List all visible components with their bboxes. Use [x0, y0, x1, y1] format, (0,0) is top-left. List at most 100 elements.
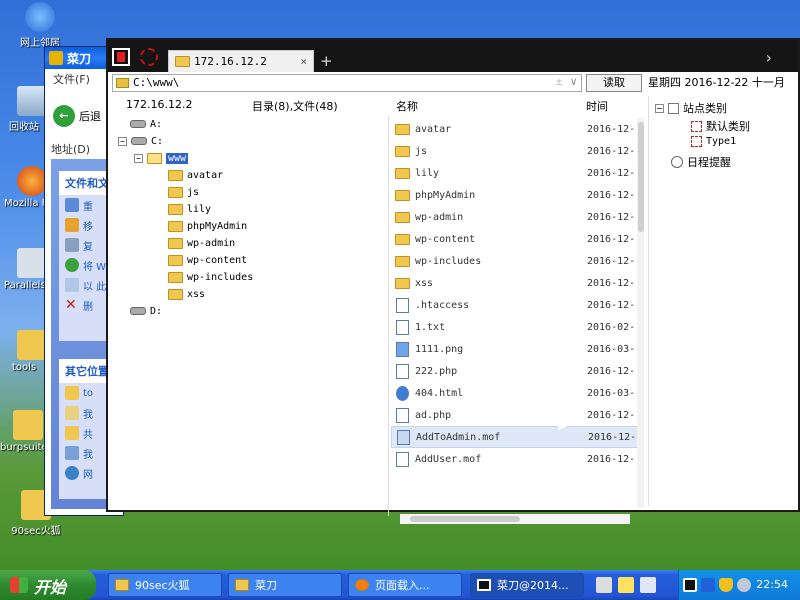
folder-icon	[395, 277, 410, 289]
config-file-icon	[396, 297, 409, 313]
file-row[interactable]: ad.php 2016-12-	[391, 404, 639, 426]
security-icon[interactable]	[701, 578, 715, 592]
folder-icon	[168, 186, 183, 198]
tree-folder[interactable]: lily	[168, 201, 211, 217]
column-name[interactable]: 名称	[396, 98, 418, 114]
tree-folder[interactable]: js	[168, 184, 199, 200]
target-icon[interactable]	[140, 48, 158, 66]
folder-icon	[17, 330, 47, 360]
rename-icon	[65, 198, 79, 212]
taskbar-button-firefox[interactable]: 页面载入...	[348, 573, 462, 597]
tray-app-icon[interactable]	[737, 578, 751, 592]
clock: 22:54	[756, 578, 788, 591]
desktop-icon-network[interactable]: 网上邻居	[12, 2, 68, 49]
parallels-folder-icon	[17, 248, 47, 278]
taskbar-button-caidao-folder[interactable]: 菜刀	[228, 573, 342, 597]
folder-icon	[116, 78, 129, 88]
email-icon	[65, 278, 79, 292]
taskbar-button-caidao-app[interactable]: 菜刀@2014...	[470, 573, 584, 597]
tab-host[interactable]: 172.16.12.2 ×	[168, 50, 314, 72]
folder-icon	[168, 237, 183, 249]
help-icon[interactable]	[618, 577, 634, 593]
file-row[interactable]: 1.txt 2016-02-	[391, 316, 639, 338]
caidao-logo-icon[interactable]	[112, 48, 130, 66]
folder-icon	[395, 145, 410, 157]
scroll-thumb[interactable]	[638, 122, 644, 232]
mof-file-icon	[396, 451, 409, 467]
tree-folder[interactable]: wp-includes	[168, 269, 253, 285]
folder-icon	[395, 211, 410, 223]
collapse-icon[interactable]: −	[655, 103, 664, 113]
tree-folder[interactable]: wp-admin	[168, 235, 235, 251]
file-row[interactable]: wp-includes 2016-12-	[391, 250, 639, 272]
explorer-title: 菜刀	[67, 52, 92, 66]
mof-file-icon	[397, 429, 410, 445]
scroll-thumb[interactable]	[410, 516, 520, 522]
caidao-window[interactable]: 172.16.12.2 × + › C:\www\ ± ∨ 读取 星期四 2016…	[106, 38, 800, 524]
folder-icon	[49, 51, 63, 65]
tree-drive-d[interactable]: D:	[130, 303, 162, 319]
file-row[interactable]: AddUser.mof 2016-12-	[391, 448, 639, 470]
network-icon	[65, 466, 79, 480]
file-row[interactable]: .htaccess 2016-12-	[391, 294, 639, 316]
path-input[interactable]: C:\www\ ± ∨	[112, 74, 582, 92]
folder-icon	[13, 410, 43, 440]
file-row[interactable]: phpMyAdmin 2016-12-	[391, 184, 639, 206]
file-row[interactable]: 404.html 2016-03-	[391, 382, 639, 404]
recycle-bin-icon	[17, 86, 47, 116]
move-icon	[65, 218, 79, 232]
chevron-right-icon[interactable]: ›	[766, 48, 772, 67]
horizontal-scrollbar[interactable]	[400, 514, 630, 524]
default-category-node[interactable]: 默认类别	[691, 118, 750, 134]
tree-drive-a[interactable]: A:	[130, 116, 162, 132]
file-row[interactable]: xss 2016-12-	[391, 272, 639, 294]
folder-icon	[168, 288, 183, 300]
menu-file[interactable]: 文件(F)	[53, 71, 90, 87]
tree-folder[interactable]: phpMyAdmin	[168, 218, 247, 234]
caidao-logo-icon	[477, 579, 491, 591]
close-tab-icon[interactable]: ×	[300, 55, 307, 68]
add-tab-button[interactable]: +	[320, 52, 333, 70]
tree-folder-www[interactable]: − www	[134, 150, 189, 166]
collapse-icon[interactable]: −	[134, 153, 143, 163]
tree-drive-c[interactable]: − C:	[118, 133, 163, 149]
start-button[interactable]: 开始	[0, 570, 96, 600]
collapse-icon[interactable]: −	[118, 136, 127, 146]
caidao-tray-icon[interactable]	[683, 578, 697, 592]
delete-icon: ✕	[65, 297, 77, 313]
file-row[interactable]: 222.php 2016-12-	[391, 360, 639, 382]
file-row[interactable]: lily 2016-12-	[391, 162, 639, 184]
dropdown-icon[interactable]: ± ∨	[556, 75, 577, 88]
read-button[interactable]: 读取	[586, 74, 642, 92]
tree-folder[interactable]: xss	[168, 286, 205, 302]
file-row[interactable]: wp-admin 2016-12-	[391, 206, 639, 228]
documents-icon	[65, 406, 79, 420]
column-time[interactable]: 时间	[586, 98, 608, 114]
back-button[interactable]: ← 后退	[53, 105, 101, 127]
folder-icon	[115, 579, 129, 591]
folder-open-icon	[147, 152, 162, 164]
file-row[interactable]: js 2016-12-	[391, 140, 639, 162]
volume-icon[interactable]	[640, 577, 656, 593]
tree-folder[interactable]: avatar	[168, 167, 223, 183]
folder-icon	[395, 167, 410, 179]
taskbar-button-90sec[interactable]: 90sec火狐	[108, 573, 222, 597]
text-file-icon	[396, 319, 409, 335]
clock-icon	[671, 156, 683, 168]
category-icon	[691, 120, 702, 132]
file-row-hovered[interactable]: AddToAdmin.mof 2016-12-	[391, 426, 639, 448]
drive-icon	[131, 137, 147, 145]
date-display: 星期四 2016-12-22 十一月	[648, 76, 785, 89]
file-row[interactable]: wp-content 2016-12-	[391, 228, 639, 250]
category-icon	[691, 136, 702, 147]
site-category-node[interactable]: − 站点类别	[655, 100, 727, 116]
file-row[interactable]: 1111.png 2016-03-	[391, 338, 639, 360]
schedule-node[interactable]: 日程提醒	[671, 154, 731, 170]
keyboard-icon[interactable]	[596, 577, 612, 593]
folder-icon	[168, 169, 183, 181]
shield-icon[interactable]	[719, 578, 733, 592]
tree-folder[interactable]: wp-content	[168, 252, 247, 268]
vertical-scrollbar[interactable]	[637, 118, 644, 508]
file-row[interactable]: avatar 2016-12-	[391, 118, 639, 140]
type1-node[interactable]: Type1	[691, 136, 736, 147]
